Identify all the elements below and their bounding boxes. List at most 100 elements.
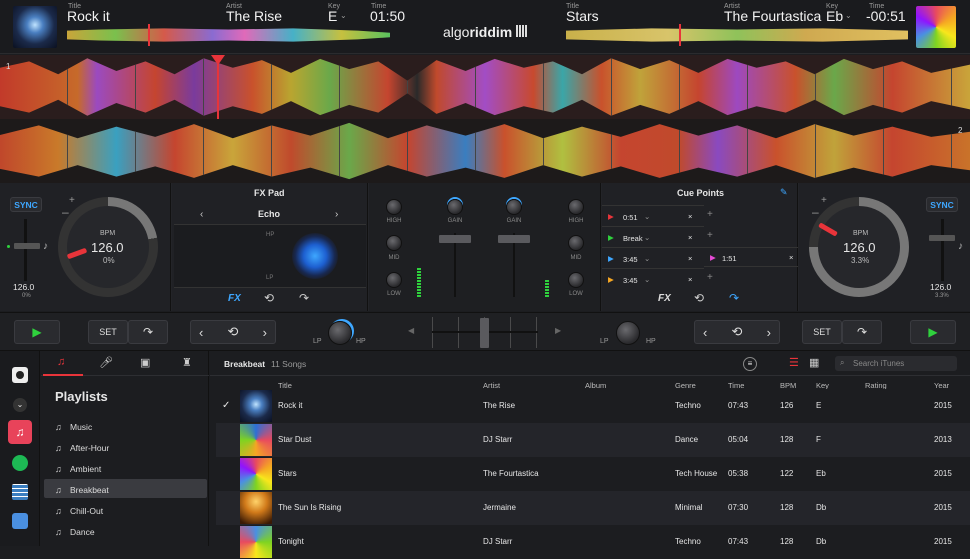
sort-icon[interactable]: ≡ — [743, 357, 757, 371]
tab-playlists-icon[interactable]: ♫ — [57, 356, 65, 368]
cell-title: The Sun Is Rising — [278, 503, 342, 512]
music-note-icon[interactable]: ♪ — [43, 241, 48, 252]
table-row[interactable]: Star Dust DJ Starr Dance 05:04 128 F 2013 — [216, 423, 970, 457]
cell-time: 07:30 — [728, 503, 749, 512]
right-mini-waveform[interactable] — [566, 28, 908, 42]
add-cue-icon[interactable]: + — [707, 272, 713, 283]
cue-point-row[interactable]: ▶ 0:51 ⌄ × — [602, 205, 704, 226]
table-row[interactable]: ✓ Rock it The Rise Techno 07:43 126 E 2015 — [216, 389, 970, 423]
left-sync-button[interactable]: SYNC — [10, 197, 42, 212]
playlist-item[interactable]: ♫ Dance — [44, 522, 207, 541]
table-row[interactable]: Tonight DJ Starr Techno 07:43 128 Db 2015 — [216, 525, 970, 559]
table-row[interactable]: Stars The Fourtastica Tech House 05:38 122 Eb… — [216, 457, 970, 491]
song-count[interactable]: 11 Songs — [271, 359, 306, 369]
add-cue-icon[interactable]: + — [707, 230, 713, 241]
fx-prev-icon[interactable]: ‹ — [200, 209, 203, 220]
left-channel-fader[interactable] — [439, 235, 471, 243]
left-loop-control[interactable]: ‹ ⟲ › — [190, 320, 276, 344]
left-deck-artwork[interactable] — [13, 6, 57, 48]
crossfader-left-arrow-icon[interactable]: ◀ — [408, 326, 414, 335]
cue-point-extra[interactable]: ▶ 1:51 × — [704, 247, 798, 267]
left-filter-knob[interactable] — [328, 321, 352, 345]
plus-icon[interactable]: + — [821, 195, 827, 206]
playlist-item[interactable]: ♫ After-Hour — [44, 438, 207, 457]
plus-icon[interactable]: + — [69, 195, 75, 206]
right-high-knob[interactable] — [568, 199, 584, 215]
fx-effect-name[interactable]: Echo — [258, 209, 280, 219]
right-gain-knob[interactable] — [506, 199, 522, 215]
chevron-down-icon[interactable]: ⌄ — [13, 398, 27, 412]
fx-button[interactable]: FX — [228, 293, 241, 304]
left-set-cue-button[interactable]: SET — [88, 320, 128, 344]
right-deck-waveform[interactable] — [0, 119, 970, 183]
table-row[interactable]: The Sun Is Rising Jermaine Minimal 07:30 128… — [216, 491, 970, 525]
tab-artists-icon[interactable]: ♜ — [182, 356, 192, 369]
cue-fx-button[interactable]: FX — [658, 293, 671, 304]
fx-pad-header[interactable]: FX Pad — [254, 188, 285, 198]
close-icon[interactable]: × — [688, 254, 692, 263]
left-key-value[interactable]: E — [328, 8, 337, 24]
left-mid-knob[interactable] — [386, 235, 402, 251]
right-low-knob[interactable] — [568, 272, 584, 288]
cue-point-row[interactable]: ▶ Break ⌄ × — [602, 226, 704, 247]
left-mini-waveform[interactable] — [67, 28, 390, 42]
fx-next-icon[interactable]: › — [335, 209, 338, 220]
minus-icon[interactable]: – — [812, 205, 819, 219]
tab-albums-icon[interactable]: ▣ — [140, 356, 150, 369]
crossfader-handle[interactable] — [480, 318, 489, 348]
cue-points-header[interactable]: Cue Points — [677, 188, 724, 198]
redo-icon[interactable]: ↷ — [729, 291, 739, 305]
search-input[interactable]: ⌕ Search iTunes — [835, 356, 957, 371]
left-gain-knob[interactable] — [447, 199, 463, 215]
close-icon[interactable]: × — [688, 275, 692, 284]
right-deck-artwork[interactable] — [916, 6, 956, 48]
right-play-button[interactable]: ▶ — [910, 320, 956, 344]
right-set-cue-button[interactable]: SET — [802, 320, 842, 344]
crossfader-right-arrow-icon[interactable]: ▶ — [555, 326, 561, 335]
chevron-down-icon[interactable]: ⌄ — [644, 212, 650, 221]
chevron-down-icon[interactable]: ⌄ — [644, 254, 650, 263]
edit-pencil-icon[interactable]: ✎ — [780, 187, 788, 198]
right-channel-fader[interactable] — [498, 235, 530, 243]
left-deck-waveform[interactable] — [0, 55, 970, 119]
playlist-item[interactable]: ♫ Breakbeat — [44, 480, 207, 499]
left-high-knob[interactable] — [386, 199, 402, 215]
list-view-icon[interactable]: ☰ — [789, 356, 799, 369]
right-sync-button[interactable]: SYNC — [926, 197, 958, 212]
playlist-item[interactable]: ♫ Music — [44, 417, 207, 436]
left-low-knob[interactable] — [386, 272, 402, 288]
redo-icon[interactable]: ↷ — [299, 291, 309, 305]
grid-view-icon[interactable]: ▦ — [809, 356, 819, 369]
playlist-item[interactable]: ♫ Chill-Out — [44, 501, 207, 520]
playlist-item[interactable]: ♫ Ambient — [44, 459, 207, 478]
play-icon: ▶ — [608, 254, 614, 263]
cue-point-row[interactable]: ▶ 3:45 ⌄ × — [602, 268, 704, 289]
right-jump-button[interactable]: ↷ — [842, 320, 882, 344]
tab-mic-icon[interactable]: 🎤︎ — [99, 356, 113, 369]
music-note-icon[interactable]: ♪ — [958, 241, 963, 252]
add-cue-icon[interactable]: + — [707, 209, 713, 220]
right-loop-control[interactable]: ‹ ⟲ › — [694, 320, 780, 344]
finder-icon[interactable] — [12, 513, 28, 529]
loop-icon[interactable]: ⟲ — [264, 291, 274, 305]
spotify-icon[interactable] — [12, 455, 28, 471]
chevron-down-icon[interactable]: ⌄ — [644, 233, 650, 242]
close-icon[interactable]: × — [688, 212, 692, 221]
loop-icon[interactable]: ⟲ — [694, 291, 704, 305]
left-play-button[interactable]: ▶ — [14, 320, 60, 344]
close-icon[interactable]: × — [789, 253, 793, 262]
itunes-music-icon[interactable]: ♫ — [8, 420, 32, 444]
chevron-down-icon[interactable]: ⌄ — [644, 275, 650, 284]
video-source-icon[interactable] — [12, 484, 28, 500]
close-icon[interactable]: × — [688, 233, 692, 242]
right-mid-knob[interactable] — [568, 235, 584, 251]
cue-point-row[interactable]: ▶ 3:45 ⌄ × — [602, 247, 704, 268]
fx-xy-pad[interactable]: HP LP — [174, 224, 366, 288]
right-filter-knob[interactable] — [616, 321, 640, 345]
camera-source-icon[interactable] — [12, 367, 28, 383]
cell-artist: DJ Starr — [483, 537, 513, 546]
right-key-value[interactable]: Eb — [826, 8, 843, 24]
right-tempo-slider-handle[interactable] — [929, 235, 955, 241]
left-tempo-slider-handle[interactable] — [14, 243, 40, 249]
left-jump-button[interactable]: ↷ — [128, 320, 168, 344]
